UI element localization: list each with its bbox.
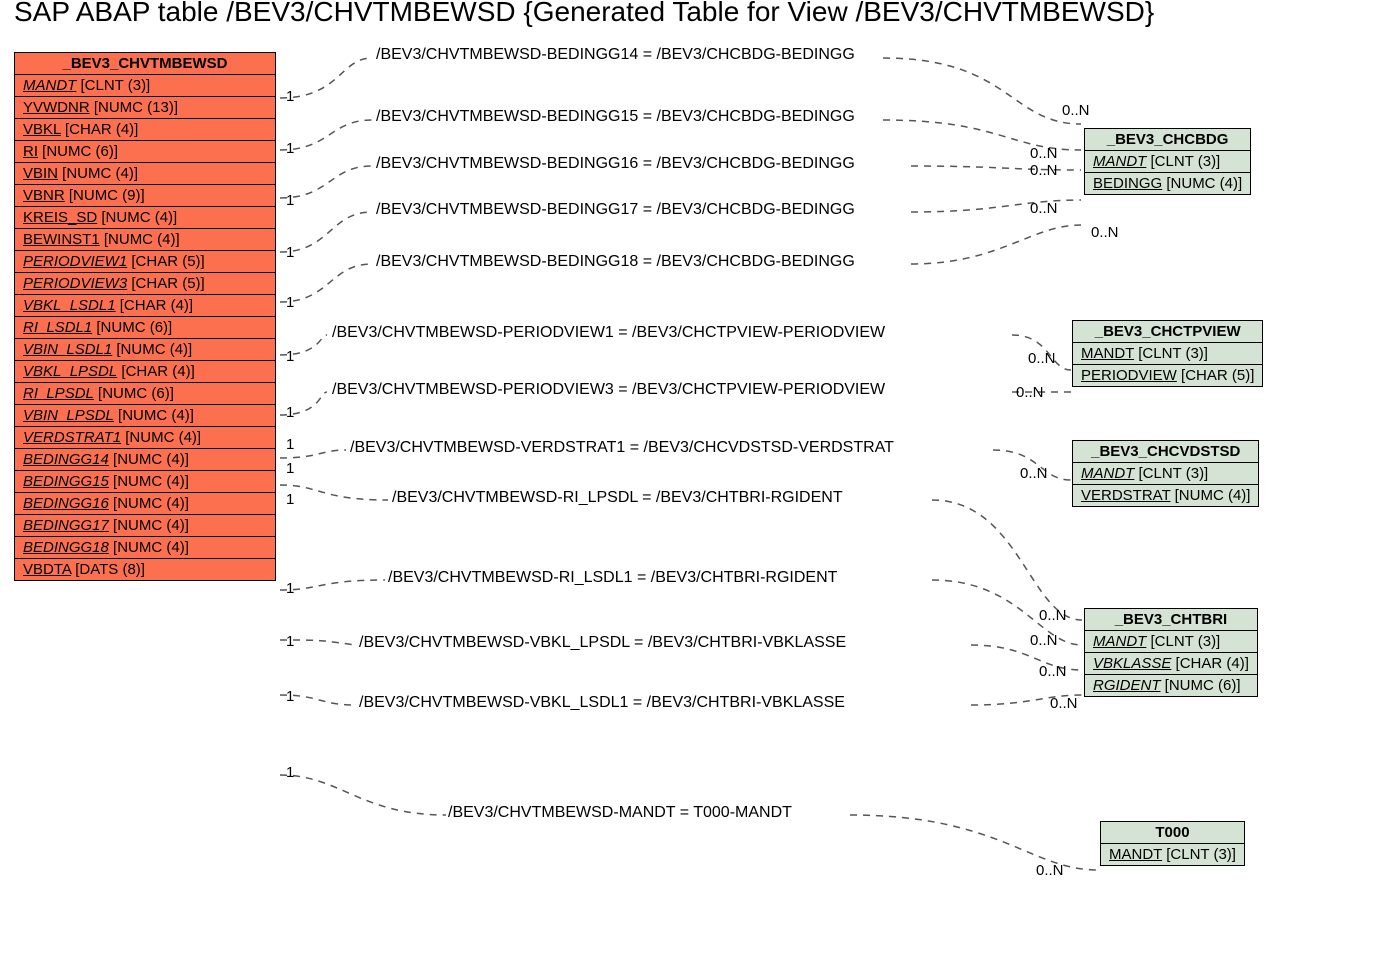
cardinality-one: 1 <box>286 491 294 508</box>
cardinality-many: 0..N <box>1091 224 1119 241</box>
table-header: _BEV3_CHCTPVIEW <box>1073 321 1262 343</box>
relation-label: /BEV3/CHVTMBEWSD-BEDINGG14 = /BEV3/CHCBD… <box>376 46 855 64</box>
table-row: BEDINGG15 [NUMC (4)] <box>15 470 275 492</box>
cardinality-one: 1 <box>286 404 294 421</box>
table-row: MANDT [CLNT (3)] <box>1073 463 1258 484</box>
table-row: VBIN [NUMC (4)] <box>15 162 275 184</box>
cardinality-one: 1 <box>286 580 294 597</box>
table-t000: T000 MANDT [CLNT (3)] <box>1100 821 1245 866</box>
table-row: RI_LPSDL [NUMC (6)] <box>15 382 275 404</box>
relation-label: /BEV3/CHVTMBEWSD-BEDINGG16 = /BEV3/CHCBD… <box>376 155 855 173</box>
relation-label: /BEV3/CHVTMBEWSD-BEDINGG17 = /BEV3/CHCBD… <box>376 201 855 219</box>
table-header: _BEV3_CHTBRI <box>1085 609 1257 631</box>
relation-label: /BEV3/CHVTMBEWSD-BEDINGG18 = /BEV3/CHCBD… <box>376 253 855 271</box>
table-row: VBKLASSE [CHAR (4)] <box>1085 652 1257 674</box>
cardinality-one: 1 <box>286 192 294 209</box>
table-row: BEDINGG18 [NUMC (4)] <box>15 536 275 558</box>
cardinality-many: 0..N <box>1039 607 1067 624</box>
cardinality-one: 1 <box>286 688 294 705</box>
table-row: MANDT [CLNT (3)] <box>15 75 275 96</box>
cardinality-one: 1 <box>286 436 294 453</box>
table-row: BEDINGG17 [NUMC (4)] <box>15 514 275 536</box>
table-row: RGIDENT [NUMC (6)] <box>1085 674 1257 696</box>
table-row: VBKL [CHAR (4)] <box>15 118 275 140</box>
table-row: VBKL_LPSDL [CHAR (4)] <box>15 360 275 382</box>
table-row: MANDT [CLNT (3)] <box>1101 844 1244 865</box>
table-row: YVWDNR [NUMC (13)] <box>15 96 275 118</box>
table-row: BEDINGG [NUMC (4)] <box>1085 172 1250 194</box>
table-row: VBIN_LSDL1 [NUMC (4)] <box>15 338 275 360</box>
cardinality-many: 0..N <box>1050 695 1078 712</box>
table-header: _BEV3_CHCVDSTSD <box>1073 441 1258 463</box>
relation-label: /BEV3/CHVTMBEWSD-PERIODVIEW3 = /BEV3/CHC… <box>332 381 885 399</box>
table-row: BEDINGG16 [NUMC (4)] <box>15 492 275 514</box>
relation-label: /BEV3/CHVTMBEWSD-PERIODVIEW1 = /BEV3/CHC… <box>332 324 885 342</box>
cardinality-one: 1 <box>286 764 294 781</box>
cardinality-one: 1 <box>286 460 294 477</box>
table-row: MANDT [CLNT (3)] <box>1085 631 1257 652</box>
cardinality-many: 0..N <box>1030 200 1058 217</box>
cardinality-one: 1 <box>286 244 294 261</box>
table-header: _BEV3_CHVTMBEWSD <box>15 53 275 75</box>
cardinality-one: 1 <box>286 633 294 650</box>
cardinality-many: 0..N <box>1020 465 1048 482</box>
cardinality-one: 1 <box>286 348 294 365</box>
cardinality-many: 0..N <box>1028 350 1056 367</box>
diagram-canvas: SAP ABAP table /BEV3/CHVTMBEWSD {Generat… <box>0 0 1400 966</box>
cardinality-many: 0..N <box>1030 162 1058 179</box>
relation-label: /BEV3/CHVTMBEWSD-VBKL_LPSDL = /BEV3/CHTB… <box>359 634 846 652</box>
page-title: SAP ABAP table /BEV3/CHVTMBEWSD {Generat… <box>14 0 1154 28</box>
cardinality-many: 0..N <box>1039 663 1067 680</box>
cardinality-many: 0..N <box>1030 632 1058 649</box>
table-row: RI_LSDL1 [NUMC (6)] <box>15 316 275 338</box>
table-bev3-chctpview: _BEV3_CHCTPVIEW MANDT [CLNT (3)]PERIODVI… <box>1072 320 1263 387</box>
table-bev3-chvtmbewsd: _BEV3_CHVTMBEWSD MANDT [CLNT (3)]YVWDNR … <box>14 52 276 581</box>
table-row: BEDINGG14 [NUMC (4)] <box>15 448 275 470</box>
table-bev3-chcvdstsd: _BEV3_CHCVDSTSD MANDT [CLNT (3)]VERDSTRA… <box>1072 440 1259 507</box>
cardinality-many: 0..N <box>1016 384 1044 401</box>
table-row: PERIODVIEW1 [CHAR (5)] <box>15 250 275 272</box>
table-row: VERDSTRAT [NUMC (4)] <box>1073 484 1258 506</box>
relation-label: /BEV3/CHVTMBEWSD-BEDINGG15 = /BEV3/CHCBD… <box>376 108 855 126</box>
table-bev3-chcbdg: _BEV3_CHCBDG MANDT [CLNT (3)]BEDINGG [NU… <box>1084 128 1251 195</box>
relation-label: /BEV3/CHVTMBEWSD-RI_LSDL1 = /BEV3/CHTBRI… <box>388 569 837 587</box>
table-header: T000 <box>1101 822 1244 844</box>
table-row: VERDSTRAT1 [NUMC (4)] <box>15 426 275 448</box>
table-row: VBDTA [DATS (8)] <box>15 558 275 580</box>
table-row: PERIODVIEW3 [CHAR (5)] <box>15 272 275 294</box>
relation-label: /BEV3/CHVTMBEWSD-MANDT = T000-MANDT <box>448 804 792 822</box>
table-row: PERIODVIEW [CHAR (5)] <box>1073 364 1262 386</box>
cardinality-one: 1 <box>286 88 294 105</box>
table-bev3-chtbri: _BEV3_CHTBRI MANDT [CLNT (3)]VBKLASSE [C… <box>1084 608 1258 697</box>
relation-label: /BEV3/CHVTMBEWSD-VBKL_LSDL1 = /BEV3/CHTB… <box>359 694 845 712</box>
table-row: VBIN_LPSDL [NUMC (4)] <box>15 404 275 426</box>
relation-label: /BEV3/CHVTMBEWSD-VERDSTRAT1 = /BEV3/CHCV… <box>350 439 894 457</box>
cardinality-one: 1 <box>286 140 294 157</box>
cardinality-one: 1 <box>286 294 294 311</box>
table-row: BEWINST1 [NUMC (4)] <box>15 228 275 250</box>
table-row: VBKL_LSDL1 [CHAR (4)] <box>15 294 275 316</box>
table-row: VBNR [NUMC (9)] <box>15 184 275 206</box>
relation-label: /BEV3/CHVTMBEWSD-RI_LPSDL = /BEV3/CHTBRI… <box>392 489 843 507</box>
cardinality-many: 0..N <box>1036 862 1064 879</box>
table-header: _BEV3_CHCBDG <box>1085 129 1250 151</box>
table-row: KREIS_SD [NUMC (4)] <box>15 206 275 228</box>
cardinality-many: 0..N <box>1062 102 1090 119</box>
table-body: MANDT [CLNT (3)]YVWDNR [NUMC (13)]VBKL [… <box>15 75 275 580</box>
cardinality-many: 0..N <box>1030 145 1058 162</box>
table-row: MANDT [CLNT (3)] <box>1085 151 1250 172</box>
table-row: MANDT [CLNT (3)] <box>1073 343 1262 364</box>
table-row: RI [NUMC (6)] <box>15 140 275 162</box>
